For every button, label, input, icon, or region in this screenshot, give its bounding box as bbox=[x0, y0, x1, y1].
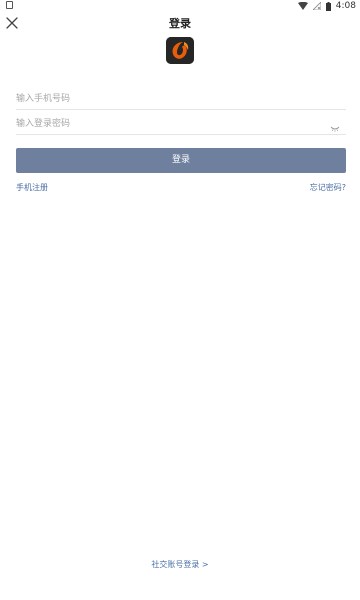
eye-closed-icon bbox=[330, 126, 340, 132]
app-logo-icon bbox=[166, 37, 194, 64]
phone-input[interactable] bbox=[16, 88, 316, 110]
status-right: 4:08 bbox=[297, 0, 356, 12]
forgot-password-link[interactable]: 忘记密码? bbox=[310, 182, 346, 193]
status-time: 4:08 bbox=[335, 1, 356, 11]
social-login-link[interactable]: 社交账号登录 > bbox=[0, 559, 360, 570]
password-visibility-toggle[interactable] bbox=[330, 118, 340, 132]
login-button[interactable]: 登录 bbox=[16, 148, 346, 173]
password-field bbox=[16, 111, 346, 135]
no-signal-icon bbox=[312, 2, 321, 10]
page-title: 登录 bbox=[169, 17, 191, 30]
notification-icon bbox=[6, 1, 13, 9]
status-bar: 4:08 bbox=[0, 0, 360, 12]
battery-icon bbox=[325, 1, 331, 11]
login-screen: 4:08 登录 登录 手机注册 忘记 bbox=[0, 0, 360, 600]
app-logo bbox=[166, 37, 194, 64]
phone-register-link[interactable]: 手机注册 bbox=[16, 182, 48, 193]
wifi-icon bbox=[297, 2, 308, 10]
header: 登录 bbox=[0, 12, 360, 34]
phone-field bbox=[16, 86, 346, 110]
password-input[interactable] bbox=[16, 113, 316, 135]
